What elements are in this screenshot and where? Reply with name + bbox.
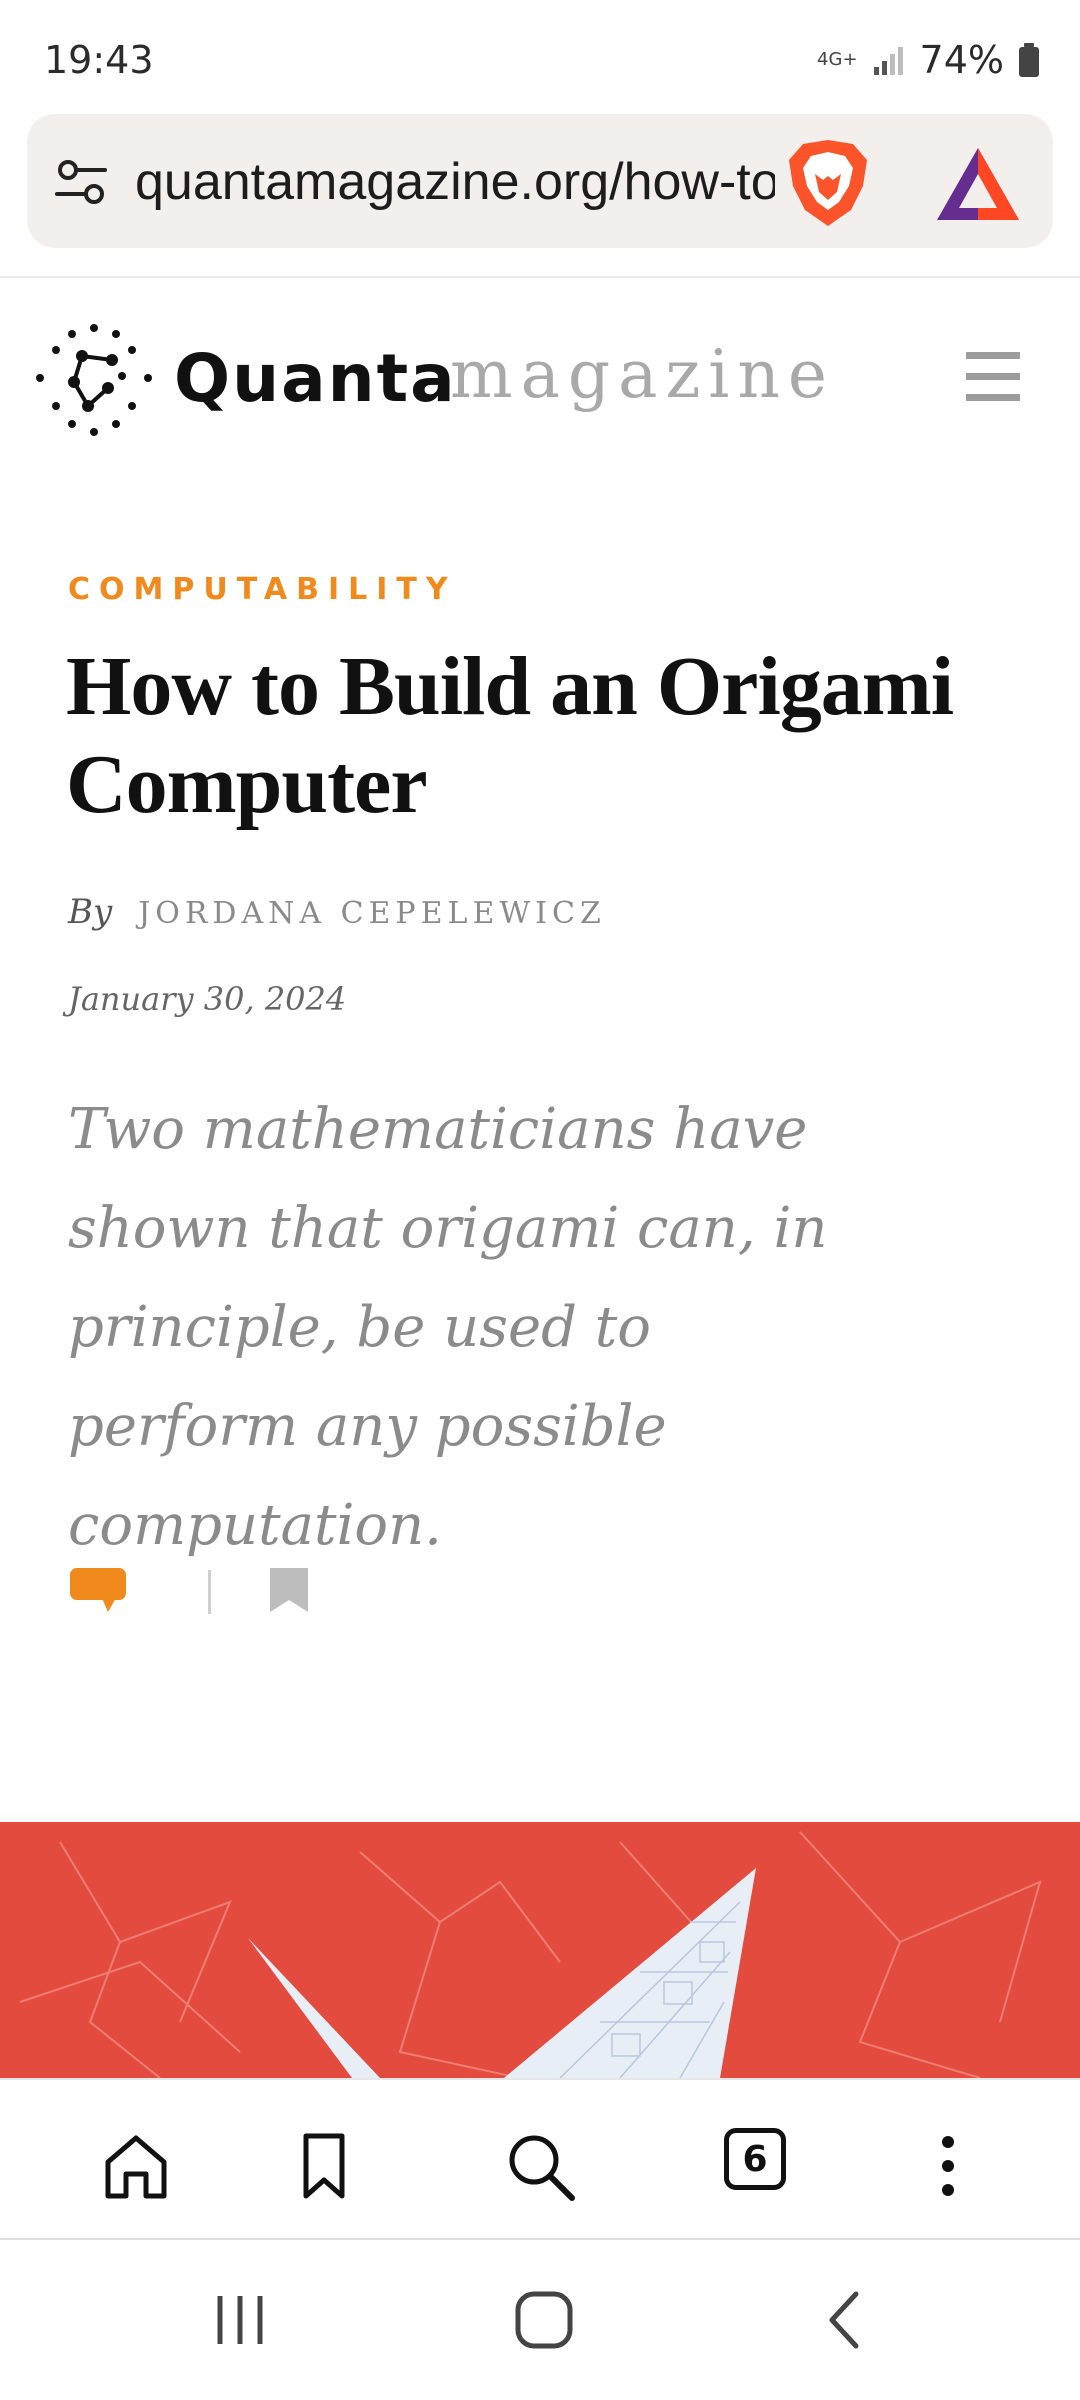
toolbar-divider [0, 276, 1080, 278]
home-icon[interactable] [96, 2126, 176, 2206]
actions-divider [208, 1570, 211, 1614]
more-icon[interactable] [908, 2126, 988, 2206]
hero-image [0, 1822, 1080, 2078]
url-field[interactable]: quantamagazine.org/how-to-build-an-origa… [135, 154, 775, 210]
brand-quanta[interactable]: Quanta [174, 340, 457, 417]
tune-icon[interactable] [53, 154, 109, 210]
menu-icon[interactable] [966, 352, 1020, 402]
tab-count[interactable]: 6 [724, 2128, 786, 2190]
bottom-toolbar: 6 [0, 2078, 1080, 2240]
publish-date: January 30, 2024 [68, 980, 347, 1018]
brave-lion-icon[interactable] [783, 136, 873, 228]
status-indicators: 4G+ 74% [817, 38, 1040, 82]
bookmarks-icon[interactable] [284, 2126, 364, 2206]
bookmark-icon[interactable] [268, 1566, 310, 1614]
article-kicker[interactable]: COMPUTABILITY [68, 572, 457, 607]
home-nav-icon[interactable] [512, 2288, 576, 2352]
system-nav-bar [0, 2240, 1080, 2400]
tabs-icon[interactable]: 6 [724, 2128, 804, 2208]
back-icon[interactable] [820, 2288, 870, 2352]
status-bar: 19:43 4G+ 74% [0, 0, 1080, 110]
byline-prefix: By [68, 892, 113, 932]
brave-rewards-icon[interactable] [933, 144, 1023, 224]
battery-percent: 74% [919, 38, 1004, 82]
brand-magazine[interactable]: magazine [450, 336, 835, 413]
battery-icon [1019, 43, 1039, 77]
network-type: 4G+ [817, 49, 858, 70]
recents-icon[interactable] [210, 2290, 270, 2350]
author-link[interactable]: JORDANA CEPELEWICZ [138, 896, 606, 931]
byline: By JORDANA CEPELEWICZ [68, 892, 606, 932]
quanta-logo-icon[interactable] [28, 320, 160, 440]
browser-screen: 19:43 4G+ 74% quantamagazine.org/how-to-… [0, 0, 1080, 2400]
signal-icon [873, 47, 903, 75]
origami-illustration [19, 1831, 1042, 2078]
address-bar[interactable]: quantamagazine.org/how-to-build-an-origa… [27, 114, 1053, 248]
article-dek: Two mathematicians have shown that origa… [68, 1097, 828, 1558]
article-title: How to Build an Origami Computer [66, 640, 954, 831]
status-time: 19:43 [44, 38, 154, 82]
comment-icon[interactable] [68, 1566, 128, 1616]
search-icon[interactable] [500, 2126, 580, 2206]
